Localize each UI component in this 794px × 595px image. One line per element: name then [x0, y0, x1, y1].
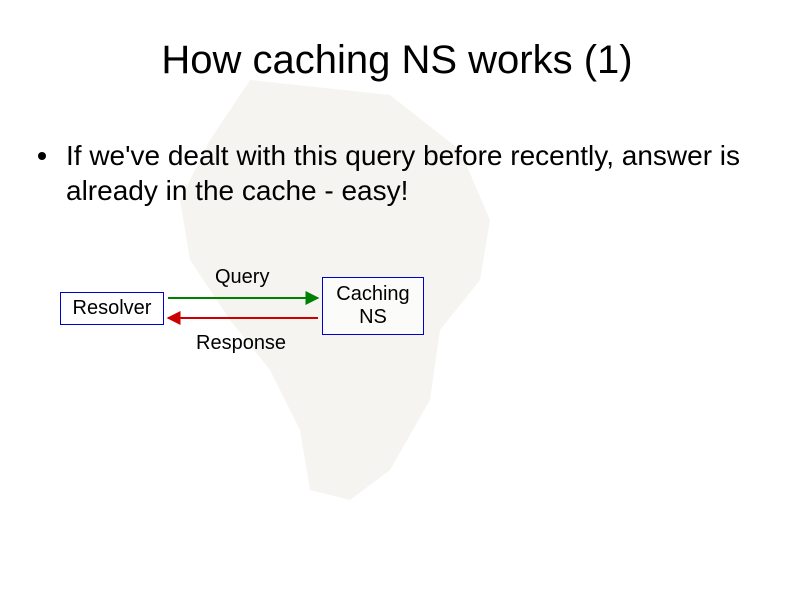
bullet-dot-icon: [38, 152, 46, 160]
bullet-item: If we've dealt with this query before re…: [38, 138, 758, 208]
diagram-arrows: [60, 270, 460, 390]
bullet-text: If we've dealt with this query before re…: [66, 138, 758, 208]
slide-title: How caching NS works (1): [0, 38, 794, 83]
caching-diagram: Resolver CachingNS Query Response: [60, 270, 460, 390]
